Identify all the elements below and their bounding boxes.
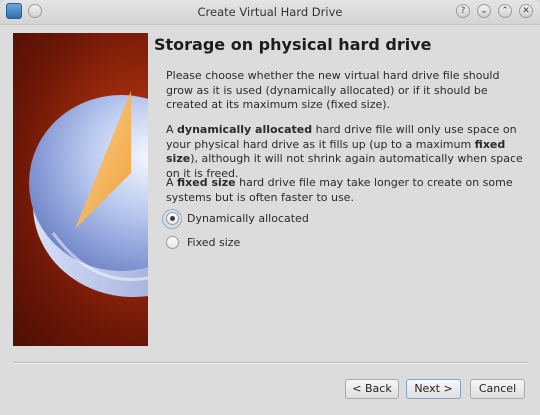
bold-text: fixed size <box>177 176 236 189</box>
hard-disk-illustration <box>29 91 148 297</box>
cancel-button[interactable]: Cancel <box>470 379 525 399</box>
help-button[interactable]: ? <box>456 4 470 18</box>
bold-text: dynamically allocated <box>177 123 313 136</box>
radio-label: Fixed size <box>187 236 241 249</box>
radio-button[interactable] <box>166 212 179 225</box>
radio-button[interactable] <box>166 236 179 249</box>
back-button[interactable]: < Back <box>345 379 399 399</box>
divider <box>13 362 527 364</box>
title-bar[interactable]: Create Virtual Hard Drive ? ⌄ ⌃ ✕ <box>0 0 540 25</box>
intro-text: Please choose whether the new virtual ha… <box>166 69 500 111</box>
dynamic-description: A dynamically allocated hard drive file … <box>166 123 528 181</box>
radio-fixed-size[interactable]: Fixed size <box>166 236 240 249</box>
dialog-window: Create Virtual Hard Drive ? ⌄ ⌃ ✕ Storag… <box>0 0 540 415</box>
page-title: Storage on physical hard drive <box>154 35 432 54</box>
radio-label: Dynamically allocated <box>187 212 309 225</box>
close-button[interactable]: ✕ <box>519 4 533 18</box>
radio-dynamically-allocated[interactable]: Dynamically allocated <box>166 212 309 225</box>
maximize-button[interactable]: ⌃ <box>498 4 512 18</box>
text-run: A <box>166 123 178 136</box>
text-run: A <box>166 176 178 189</box>
fixed-description: A fixed size hard drive file may take lo… <box>166 176 528 205</box>
next-button[interactable]: Next > <box>406 379 461 399</box>
wizard-side-image <box>13 33 148 346</box>
minimize-button[interactable]: ⌄ <box>477 4 491 18</box>
